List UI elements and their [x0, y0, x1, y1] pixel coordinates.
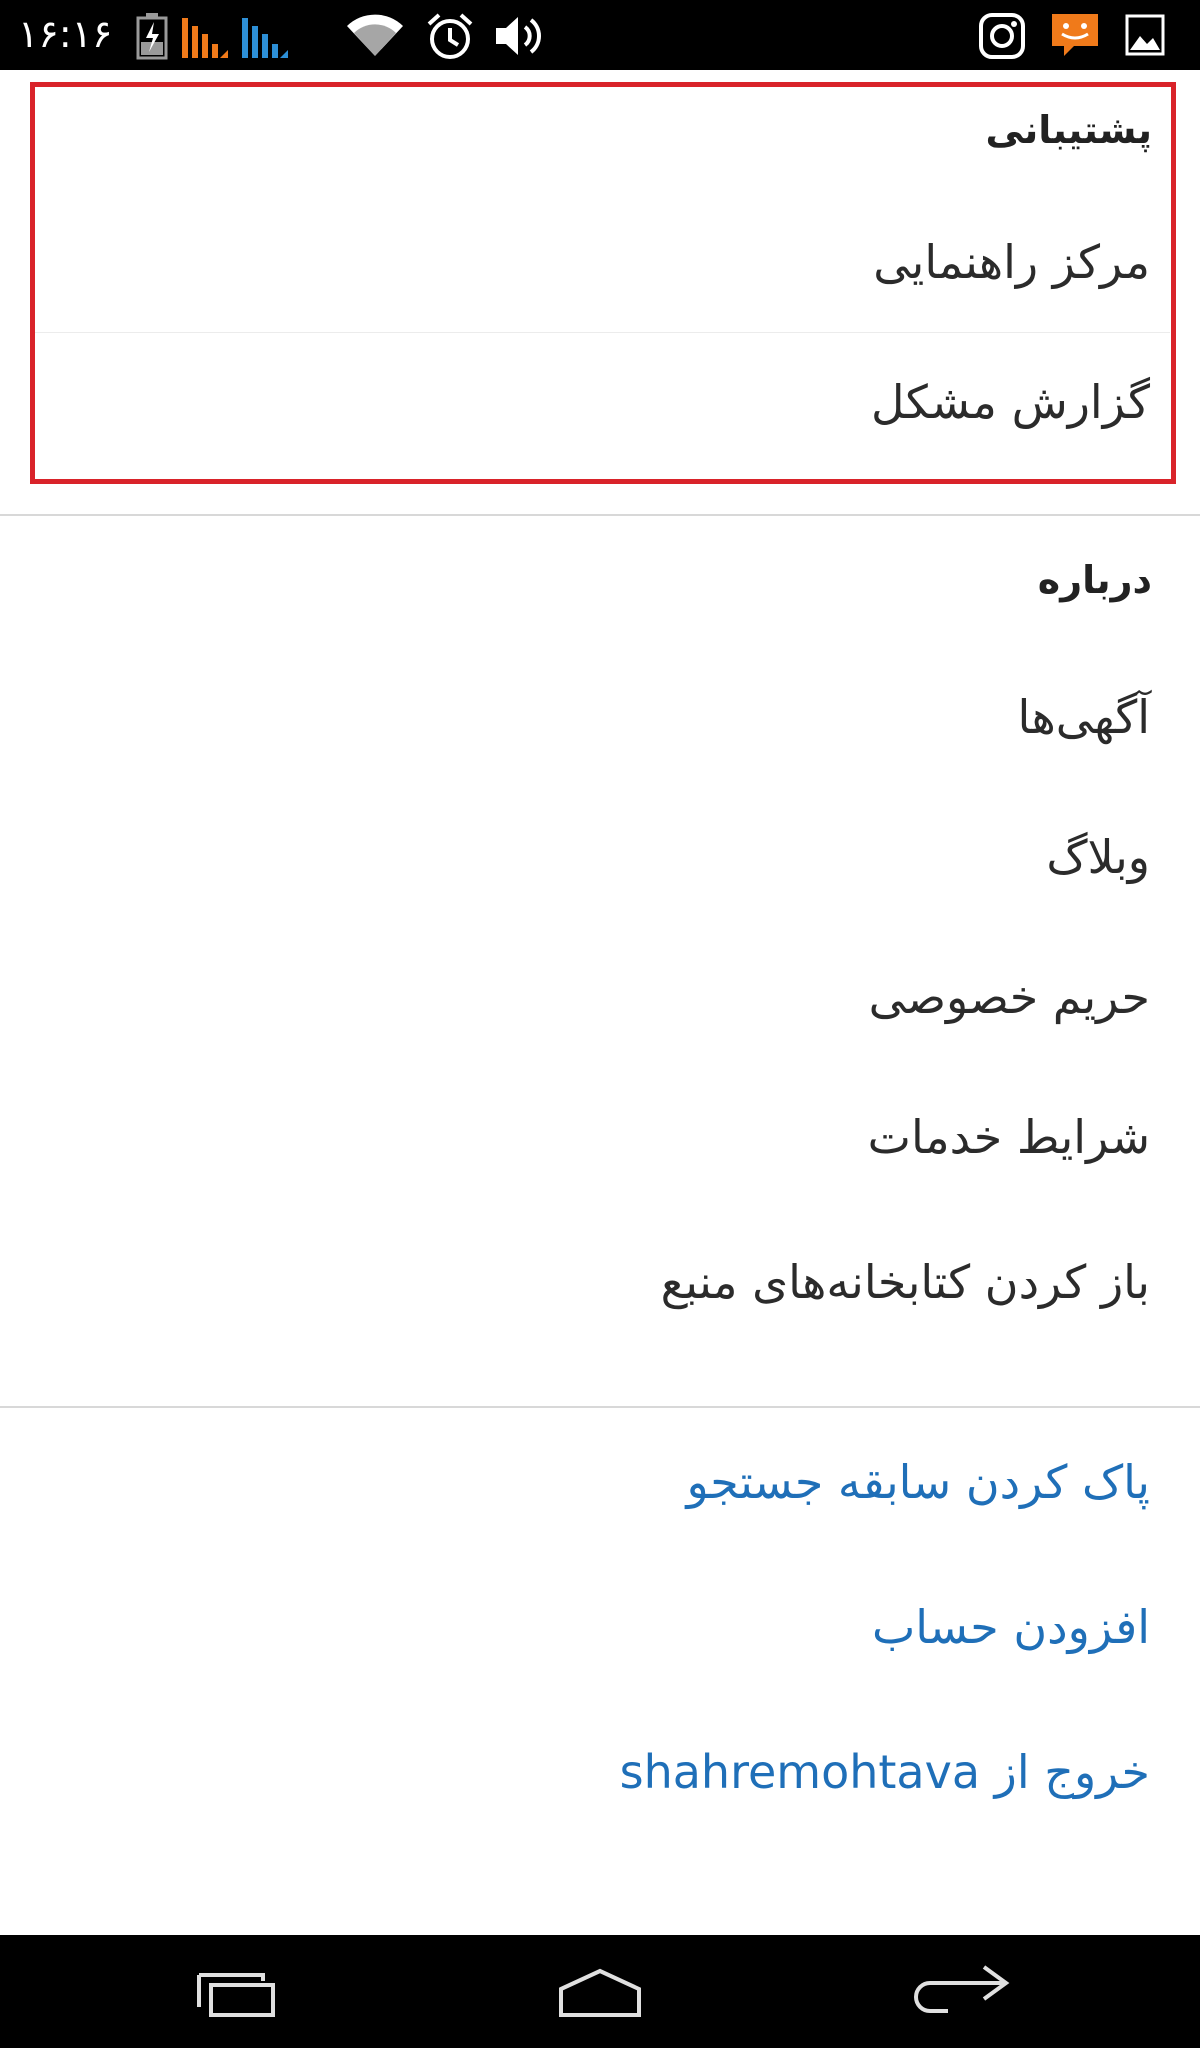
menu-item-privacy[interactable]: حریم خصوصی: [0, 970, 1200, 1024]
signal-blue-icon: [240, 12, 290, 60]
add-account-link[interactable]: افزودن حساب: [0, 1600, 1200, 1654]
menu-item-label: وبلاگ: [1046, 830, 1150, 884]
clear-search-history-link[interactable]: پاک کردن سابقه جستجو: [0, 1455, 1200, 1509]
menu-item-label: گزارش مشکل: [871, 375, 1150, 429]
signal-orange-icon: [180, 12, 230, 60]
status-bar: ۱۶:۱۶: [0, 0, 1200, 70]
volume-icon: [492, 12, 548, 60]
wifi-icon: [345, 12, 405, 60]
battery-charging-icon: [135, 12, 169, 60]
log-out-link[interactable]: خروج از shahremohtava: [0, 1745, 1200, 1799]
recent-apps-icon[interactable]: [195, 1971, 279, 2023]
alarm-icon: [425, 12, 475, 62]
section-header-support: پشتیبانی: [985, 108, 1152, 152]
menu-item-report-problem[interactable]: گزارش مشکل: [0, 375, 1200, 429]
menu-item-label: حریم خصوصی: [868, 970, 1150, 1024]
divider: [30, 332, 1170, 333]
image-icon: [1125, 12, 1165, 58]
navigation-bar: [0, 1935, 1200, 2048]
menu-item-label: مرکز راهنمایی: [873, 235, 1150, 289]
menu-item-blog[interactable]: وبلاگ: [0, 830, 1200, 884]
back-icon[interactable]: [908, 1961, 1012, 2025]
divider: [0, 514, 1200, 516]
instagram-icon: [978, 12, 1026, 60]
clock: ۱۶:۱۶: [18, 12, 113, 56]
menu-item-ads[interactable]: آگهی‌ها: [0, 690, 1200, 744]
menu-item-label: آگهی‌ها: [1017, 690, 1151, 744]
menu-item-label: خروج از shahremohtava: [619, 1745, 1150, 1799]
menu-item-help-center[interactable]: مرکز راهنمایی: [0, 235, 1200, 289]
menu-item-terms[interactable]: شرایط خدمات: [0, 1110, 1200, 1164]
chat-icon: [1048, 10, 1102, 60]
menu-item-label: افزودن حساب: [871, 1600, 1150, 1654]
home-icon[interactable]: [555, 1967, 645, 2023]
menu-item-label: باز کردن کتابخانه‌های منبع: [660, 1255, 1150, 1309]
settings-list: پشتیبانی مرکز راهنمایی گزارش مشکل درباره…: [0, 70, 1200, 1915]
section-header-about: درباره: [1037, 558, 1152, 602]
divider: [0, 1406, 1200, 1408]
menu-item-label: پاک کردن سابقه جستجو: [686, 1455, 1150, 1509]
menu-item-label: شرایط خدمات: [867, 1110, 1150, 1164]
menu-item-open-source-libraries[interactable]: باز کردن کتابخانه‌های منبع: [0, 1255, 1200, 1309]
